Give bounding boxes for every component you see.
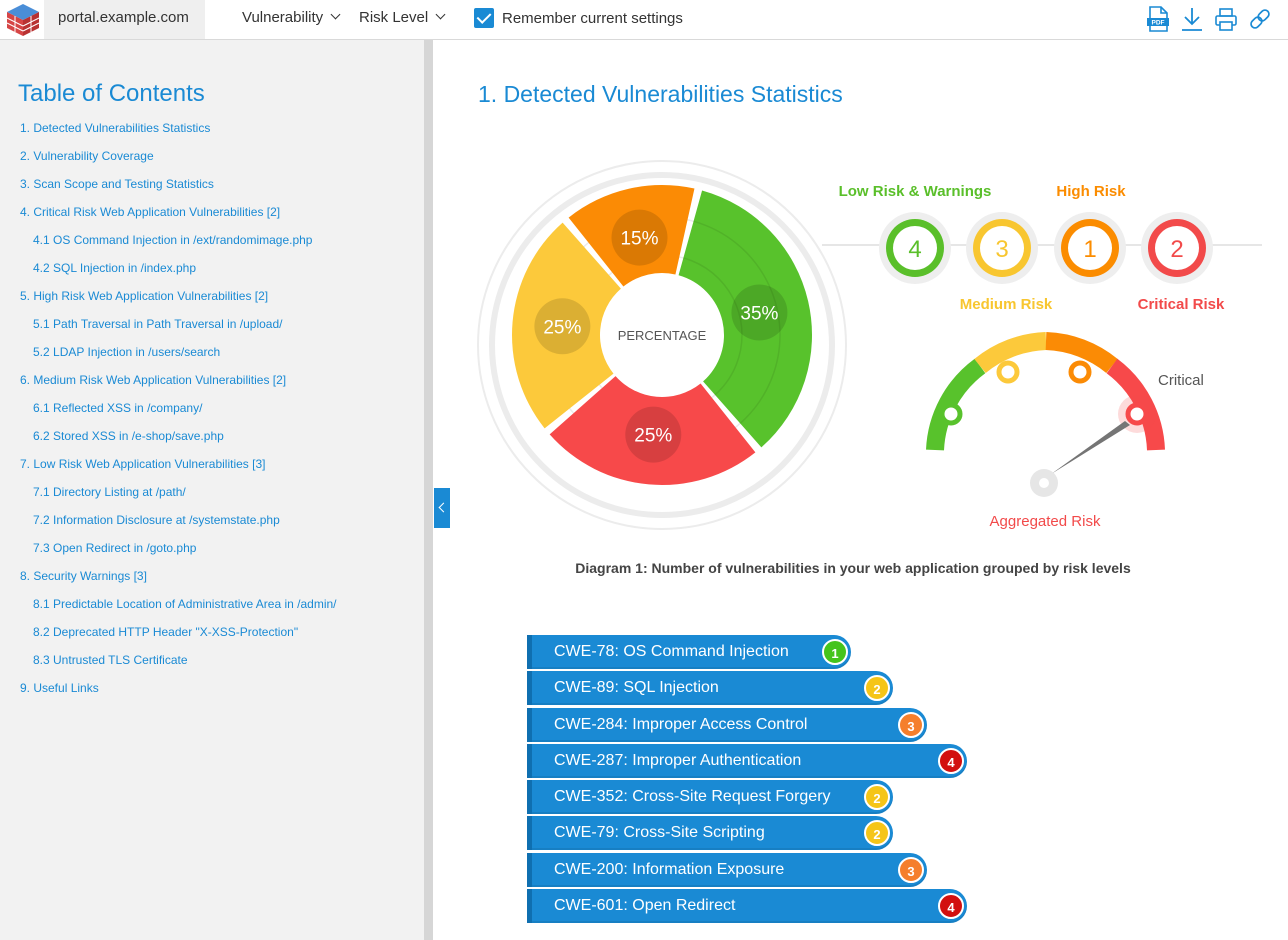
critical-risk-label: Critical Risk: [1138, 296, 1225, 313]
toc-item[interactable]: 8.1 Predictable Location of Administrati…: [20, 596, 337, 624]
site-host: portal.example.com: [44, 0, 205, 39]
cwe-count-badge: 2: [864, 820, 890, 847]
toc-item[interactable]: 6. Medium Risk Web Application Vulnerabi…: [20, 372, 337, 400]
toc-item[interactable]: 6.2 Stored XSS in /e-shop/save.php: [20, 428, 337, 456]
remember-settings-checkbox[interactable]: Remember current settings: [474, 7, 683, 29]
cwe-item[interactable]: CWE-284: Improper Access Control 3: [527, 707, 927, 742]
toc-item[interactable]: 2. Vulnerability Coverage: [20, 148, 337, 176]
remember-settings-label: Remember current settings: [502, 9, 683, 27]
low-risk-label: Low Risk & Warnings: [839, 183, 992, 200]
risk-count-circle: 2: [1141, 212, 1213, 284]
aggregated-risk-label: Aggregated Risk: [990, 513, 1101, 530]
toc-list: 1. Detected Vulnerabilities Statistics 2.…: [20, 120, 337, 708]
cwe-item[interactable]: CWE-200: Information Exposure 3: [527, 852, 927, 887]
toc-item[interactable]: 4.2 SQL Injection in /index.php: [20, 260, 337, 288]
toc-item[interactable]: 6.1 Reflected XSS in /company/: [20, 400, 337, 428]
risk-count-value: 4: [908, 236, 921, 263]
link-icon[interactable]: [1248, 6, 1272, 32]
donut-value-label: 25%: [634, 426, 672, 447]
cwe-count-badge: 4: [938, 893, 964, 920]
cwe-label: CWE-601: Open Redirect: [554, 897, 736, 915]
risk-count-circle: 1: [1054, 212, 1126, 284]
toc-item[interactable]: 3. Scan Scope and Testing Statistics: [20, 176, 337, 204]
risk-diagram: 35% 25% 25% 15% PERCENTAGE 4 3 1 2 Low Risk & …: [477, 160, 1262, 530]
risk-count-group: 4 3 1 2: [879, 212, 1213, 284]
risk-count-value: 2: [1170, 236, 1183, 263]
checkbox-checked-icon[interactable]: [474, 8, 494, 28]
cwe-item[interactable]: CWE-352: Cross-Site Request Forgery 2: [527, 780, 893, 815]
donut-value-label: 25%: [543, 317, 581, 338]
sidebar: Table of Contents 1. Detected Vulnerabil…: [0, 40, 424, 940]
toc-item[interactable]: 7.2 Information Disclosure at /systemsta…: [20, 512, 337, 540]
top-bar: portal.example.com Vulnerability Risk Le…: [0, 0, 1288, 40]
toc-item[interactable]: 8.2 Deprecated HTTP Header "X-XSS-Protec…: [20, 624, 337, 652]
toc-title: Table of Contents: [18, 80, 205, 107]
toc-item[interactable]: 8.3 Untrusted TLS Certificate: [20, 652, 337, 680]
sidebar-divider[interactable]: [424, 40, 433, 940]
cwe-count-badge: 2: [864, 784, 890, 811]
risk-level-dropdown-label: Risk Level: [359, 9, 429, 26]
toc-item[interactable]: 5.2 LDAP Injection in /users/search: [20, 344, 337, 372]
toc-item[interactable]: 9. Useful Links: [20, 680, 337, 708]
chevron-down-icon: [435, 9, 446, 20]
high-risk-label: High Risk: [1056, 183, 1126, 200]
gauge-high-marker: [1068, 360, 1092, 384]
donut-value-label: 15%: [620, 229, 658, 250]
gauge-pivot-center: [1039, 478, 1049, 488]
cwe-item[interactable]: CWE-79: Cross-Site Scripting 2: [527, 816, 893, 851]
toc-item[interactable]: 5. High Risk Web Application Vulnerabili…: [20, 288, 337, 316]
section-title: 1. Detected Vulnerabilities Statistics: [478, 81, 843, 107]
risk-count-value: 1: [1083, 236, 1096, 263]
vulnerability-dropdown[interactable]: Vulnerability: [242, 0, 341, 38]
toc-item[interactable]: 8. Security Warnings [3]: [20, 568, 337, 596]
risk-count-circle: 3: [966, 212, 1038, 284]
risk-count-circle: 4: [879, 212, 951, 284]
download-icon[interactable]: [1180, 6, 1204, 32]
toc-item[interactable]: 4. Critical Risk Web Application Vulnera…: [20, 204, 337, 232]
cwe-count-badge: 4: [938, 747, 964, 774]
print-icon[interactable]: [1214, 6, 1238, 32]
chevron-down-icon: [330, 9, 341, 20]
toc-item[interactable]: 7.3 Open Redirect in /goto.php: [20, 540, 337, 568]
cwe-list: CWE-78: OS Command Injection 1 CWE-89: SQL…: [527, 635, 967, 925]
toc-item[interactable]: 5.1 Path Traversal in Path Traversal in …: [20, 316, 337, 344]
gauge-critical-marker: [1125, 402, 1149, 426]
app-logo-icon: [6, 4, 40, 36]
gauge-current-level: Critical: [1158, 372, 1204, 389]
svg-text:PDF: PDF: [1152, 20, 1165, 27]
cwe-label: CWE-79: Cross-Site Scripting: [554, 824, 765, 842]
toc-item[interactable]: 7.1 Directory Listing at /path/: [20, 484, 337, 512]
risk-count-value: 3: [995, 236, 1008, 263]
cwe-item[interactable]: CWE-287: Improper Authentication 4: [527, 743, 967, 778]
cwe-count-badge: 3: [898, 856, 924, 883]
cwe-count-badge: 3: [898, 711, 924, 738]
donut-value-label: 35%: [740, 304, 778, 325]
risk-gauge: Critical Aggregated Risk: [926, 332, 1204, 530]
cwe-label: CWE-78: OS Command Injection: [554, 643, 789, 660]
vulnerability-dropdown-label: Vulnerability: [242, 9, 324, 26]
gauge-medium-marker: [996, 360, 1020, 384]
cwe-label: CWE-89: SQL Injection: [554, 679, 719, 697]
medium-risk-label: Medium Risk: [960, 296, 1053, 313]
cwe-count-badge: 2: [864, 675, 890, 702]
cwe-label: CWE-352: Cross-Site Request Forgery: [554, 788, 831, 806]
toc-item[interactable]: 1. Detected Vulnerabilities Statistics: [20, 120, 337, 148]
toc-item[interactable]: 4.1 OS Command Injection in /ext/randomi…: [20, 232, 337, 260]
cwe-label: CWE-287: Improper Authentication: [554, 751, 802, 769]
cwe-item[interactable]: CWE-78: OS Command Injection 1: [527, 635, 851, 669]
pdf-icon[interactable]: PDF: [1146, 6, 1170, 32]
donut-center-label: PERCENTAGE: [618, 328, 707, 343]
cwe-item[interactable]: CWE-89: SQL Injection 2: [527, 671, 893, 706]
toolbar-icons: PDF: [1146, 6, 1272, 32]
toc-item[interactable]: 7. Low Risk Web Application Vulnerabilit…: [20, 456, 337, 484]
diagram-caption: Diagram 1: Number of vulnerabilities in …: [575, 560, 1131, 576]
risk-level-dropdown[interactable]: Risk Level: [359, 0, 446, 38]
cwe-label: CWE-284: Improper Access Control: [554, 715, 808, 733]
cwe-item[interactable]: CWE-601: Open Redirect 4: [527, 889, 967, 924]
cwe-label: CWE-200: Information Exposure: [554, 860, 785, 878]
gauge-low-marker: [939, 402, 963, 426]
cwe-count-badge: 1: [822, 639, 848, 665]
